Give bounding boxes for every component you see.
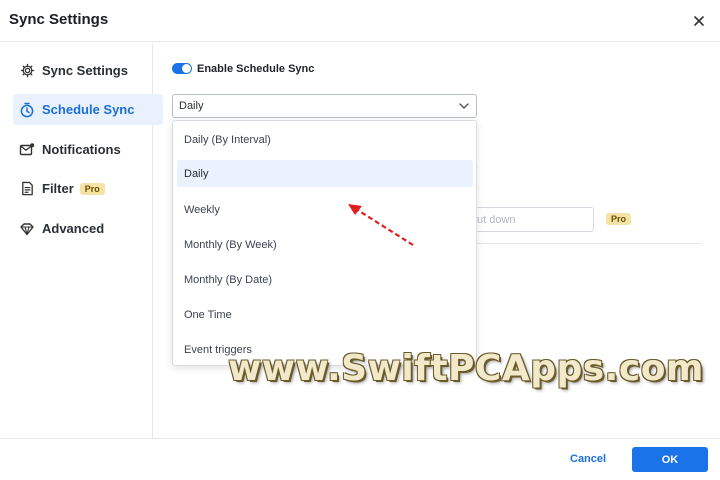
sidebar-item-notifications[interactable]: Notifications <box>13 134 163 165</box>
enable-schedule-toggle[interactable] <box>172 63 192 74</box>
sidebar-item-schedule-sync[interactable]: Schedule Sync <box>13 94 163 125</box>
dropdown-option[interactable]: Monthly (By Week) <box>177 231 473 258</box>
dropdown-option[interactable]: Monthly (By Date) <box>177 266 473 293</box>
pro-badge: Pro <box>606 213 632 225</box>
dropdown-option-selected[interactable]: Daily <box>177 160 473 187</box>
title-bar: Sync Settings <box>0 0 720 42</box>
dialog-title: Sync Settings <box>9 11 109 28</box>
clock-icon <box>18 101 36 119</box>
sidebar-item-filter[interactable]: Filter Pro <box>13 173 163 204</box>
sidebar-item-sync-settings[interactable]: Sync Settings <box>13 55 163 86</box>
schedule-type-select[interactable]: Daily <box>172 94 477 118</box>
sync-settings-dialog: Sync Settings Sync Settings Schedule Syn… <box>0 0 720 480</box>
enable-schedule-label: Enable Schedule Sync <box>197 63 315 75</box>
ok-button[interactable]: OK <box>632 447 708 472</box>
sidebar-item-label: Sync Settings <box>42 63 128 78</box>
annotation-arrow-icon <box>348 204 414 246</box>
watermark: www.SwiftPCApps.com <box>228 348 704 389</box>
sidebar: Sync Settings Schedule Sync Notification… <box>0 43 163 438</box>
sidebar-item-label: Advanced <box>42 221 105 236</box>
mail-icon <box>18 141 36 159</box>
sidebar-item-label: Schedule Sync <box>42 102 135 117</box>
pro-badge: Pro <box>79 182 105 195</box>
background-input[interactable]: ut down <box>472 207 594 232</box>
divider <box>472 243 702 244</box>
sidebar-item-label: Notifications <box>42 142 121 157</box>
filter-icon <box>18 180 36 198</box>
close-icon <box>694 16 704 26</box>
dropdown-option[interactable]: Daily (By Interval) <box>177 126 473 153</box>
cancel-button[interactable]: Cancel <box>570 453 606 465</box>
sidebar-item-label: Filter <box>42 181 74 196</box>
gear-icon <box>18 62 36 80</box>
schedule-type-dropdown: Daily (By Interval) Daily Weekly Monthly… <box>172 120 477 366</box>
diamond-icon <box>18 220 36 238</box>
chevron-down-icon <box>459 103 469 109</box>
dropdown-option[interactable]: Weekly <box>177 196 473 223</box>
dropdown-option[interactable]: One Time <box>177 301 473 328</box>
sidebar-item-advanced[interactable]: Advanced <box>13 213 163 244</box>
footer: Cancel OK <box>0 438 720 480</box>
close-button[interactable] <box>688 10 710 32</box>
select-value: Daily <box>179 100 204 112</box>
